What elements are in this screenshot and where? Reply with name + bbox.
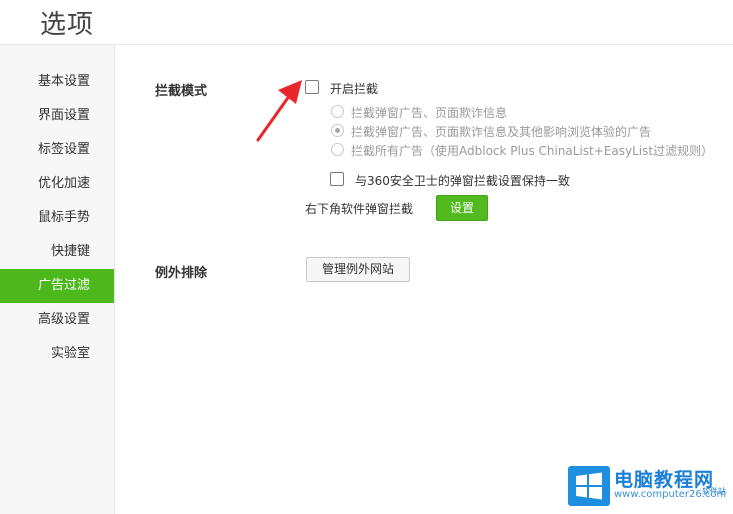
block-option-label-1: 拦截弹窗广告、页面欺诈信息 [351, 106, 508, 120]
watermark: 电脑教程网 软件站 www.computer26.com [568, 462, 728, 510]
watermark-title: 电脑教程网 [614, 469, 715, 491]
sidebar-item-tab-settings[interactable]: 标签设置 [0, 133, 114, 167]
windows-logo-icon [568, 466, 610, 506]
sync-360-checkbox[interactable] [330, 172, 344, 186]
block-mode-label: 拦截模式 [155, 84, 208, 99]
red-arrow-annotation [256, 80, 302, 142]
sidebar-item-advanced-settings[interactable]: 高级设置 [0, 303, 114, 337]
sidebar-item-interface-settings[interactable]: 界面设置 [0, 99, 114, 133]
enable-block-checkbox[interactable] [305, 80, 319, 94]
corner-popup-label: 右下角软件弹窗拦截 [305, 202, 414, 216]
exceptions-label: 例外排除 [155, 266, 208, 281]
corner-popup-settings-button[interactable]: 设置 [436, 195, 488, 221]
page-title: 选项 [40, 10, 95, 40]
block-option-radio-3 [331, 143, 344, 156]
sidebar-item-ad-filter[interactable]: 广告过滤 [0, 269, 114, 303]
sidebar-item-basic-settings[interactable]: 基本设置 [0, 65, 114, 99]
sidebar-item-mouse-gestures[interactable]: 鼠标手势 [0, 201, 114, 235]
header-bar: 选项 [0, 0, 733, 45]
sync-360-label: 与360安全卫士的弹窗拦截设置保持一致 [355, 174, 570, 188]
sidebar-item-shortcuts[interactable]: 快捷键 [0, 235, 114, 269]
sidebar-item-optimization[interactable]: 优化加速 [0, 167, 114, 201]
sidebar-item-lab[interactable]: 实验室 [0, 337, 114, 371]
block-option-label-3: 拦截所有广告（使用Adblock Plus ChinaList+EasyList… [351, 144, 714, 158]
block-option-radio-1 [331, 105, 344, 118]
enable-block-label: 开启拦截 [330, 82, 379, 96]
watermark-url: www.computer26.com [614, 489, 727, 500]
block-option-label-2: 拦截弹窗广告、页面欺诈信息及其他影响浏览体验的广告 [351, 125, 652, 139]
manage-exceptions-button[interactable]: 管理例外网站 [306, 257, 410, 282]
block-option-radio-2 [331, 124, 344, 137]
sidebar: 基本设置 界面设置 标签设置 优化加速 鼠标手势 快捷键 广告过滤 高级设置 实… [0, 45, 115, 514]
